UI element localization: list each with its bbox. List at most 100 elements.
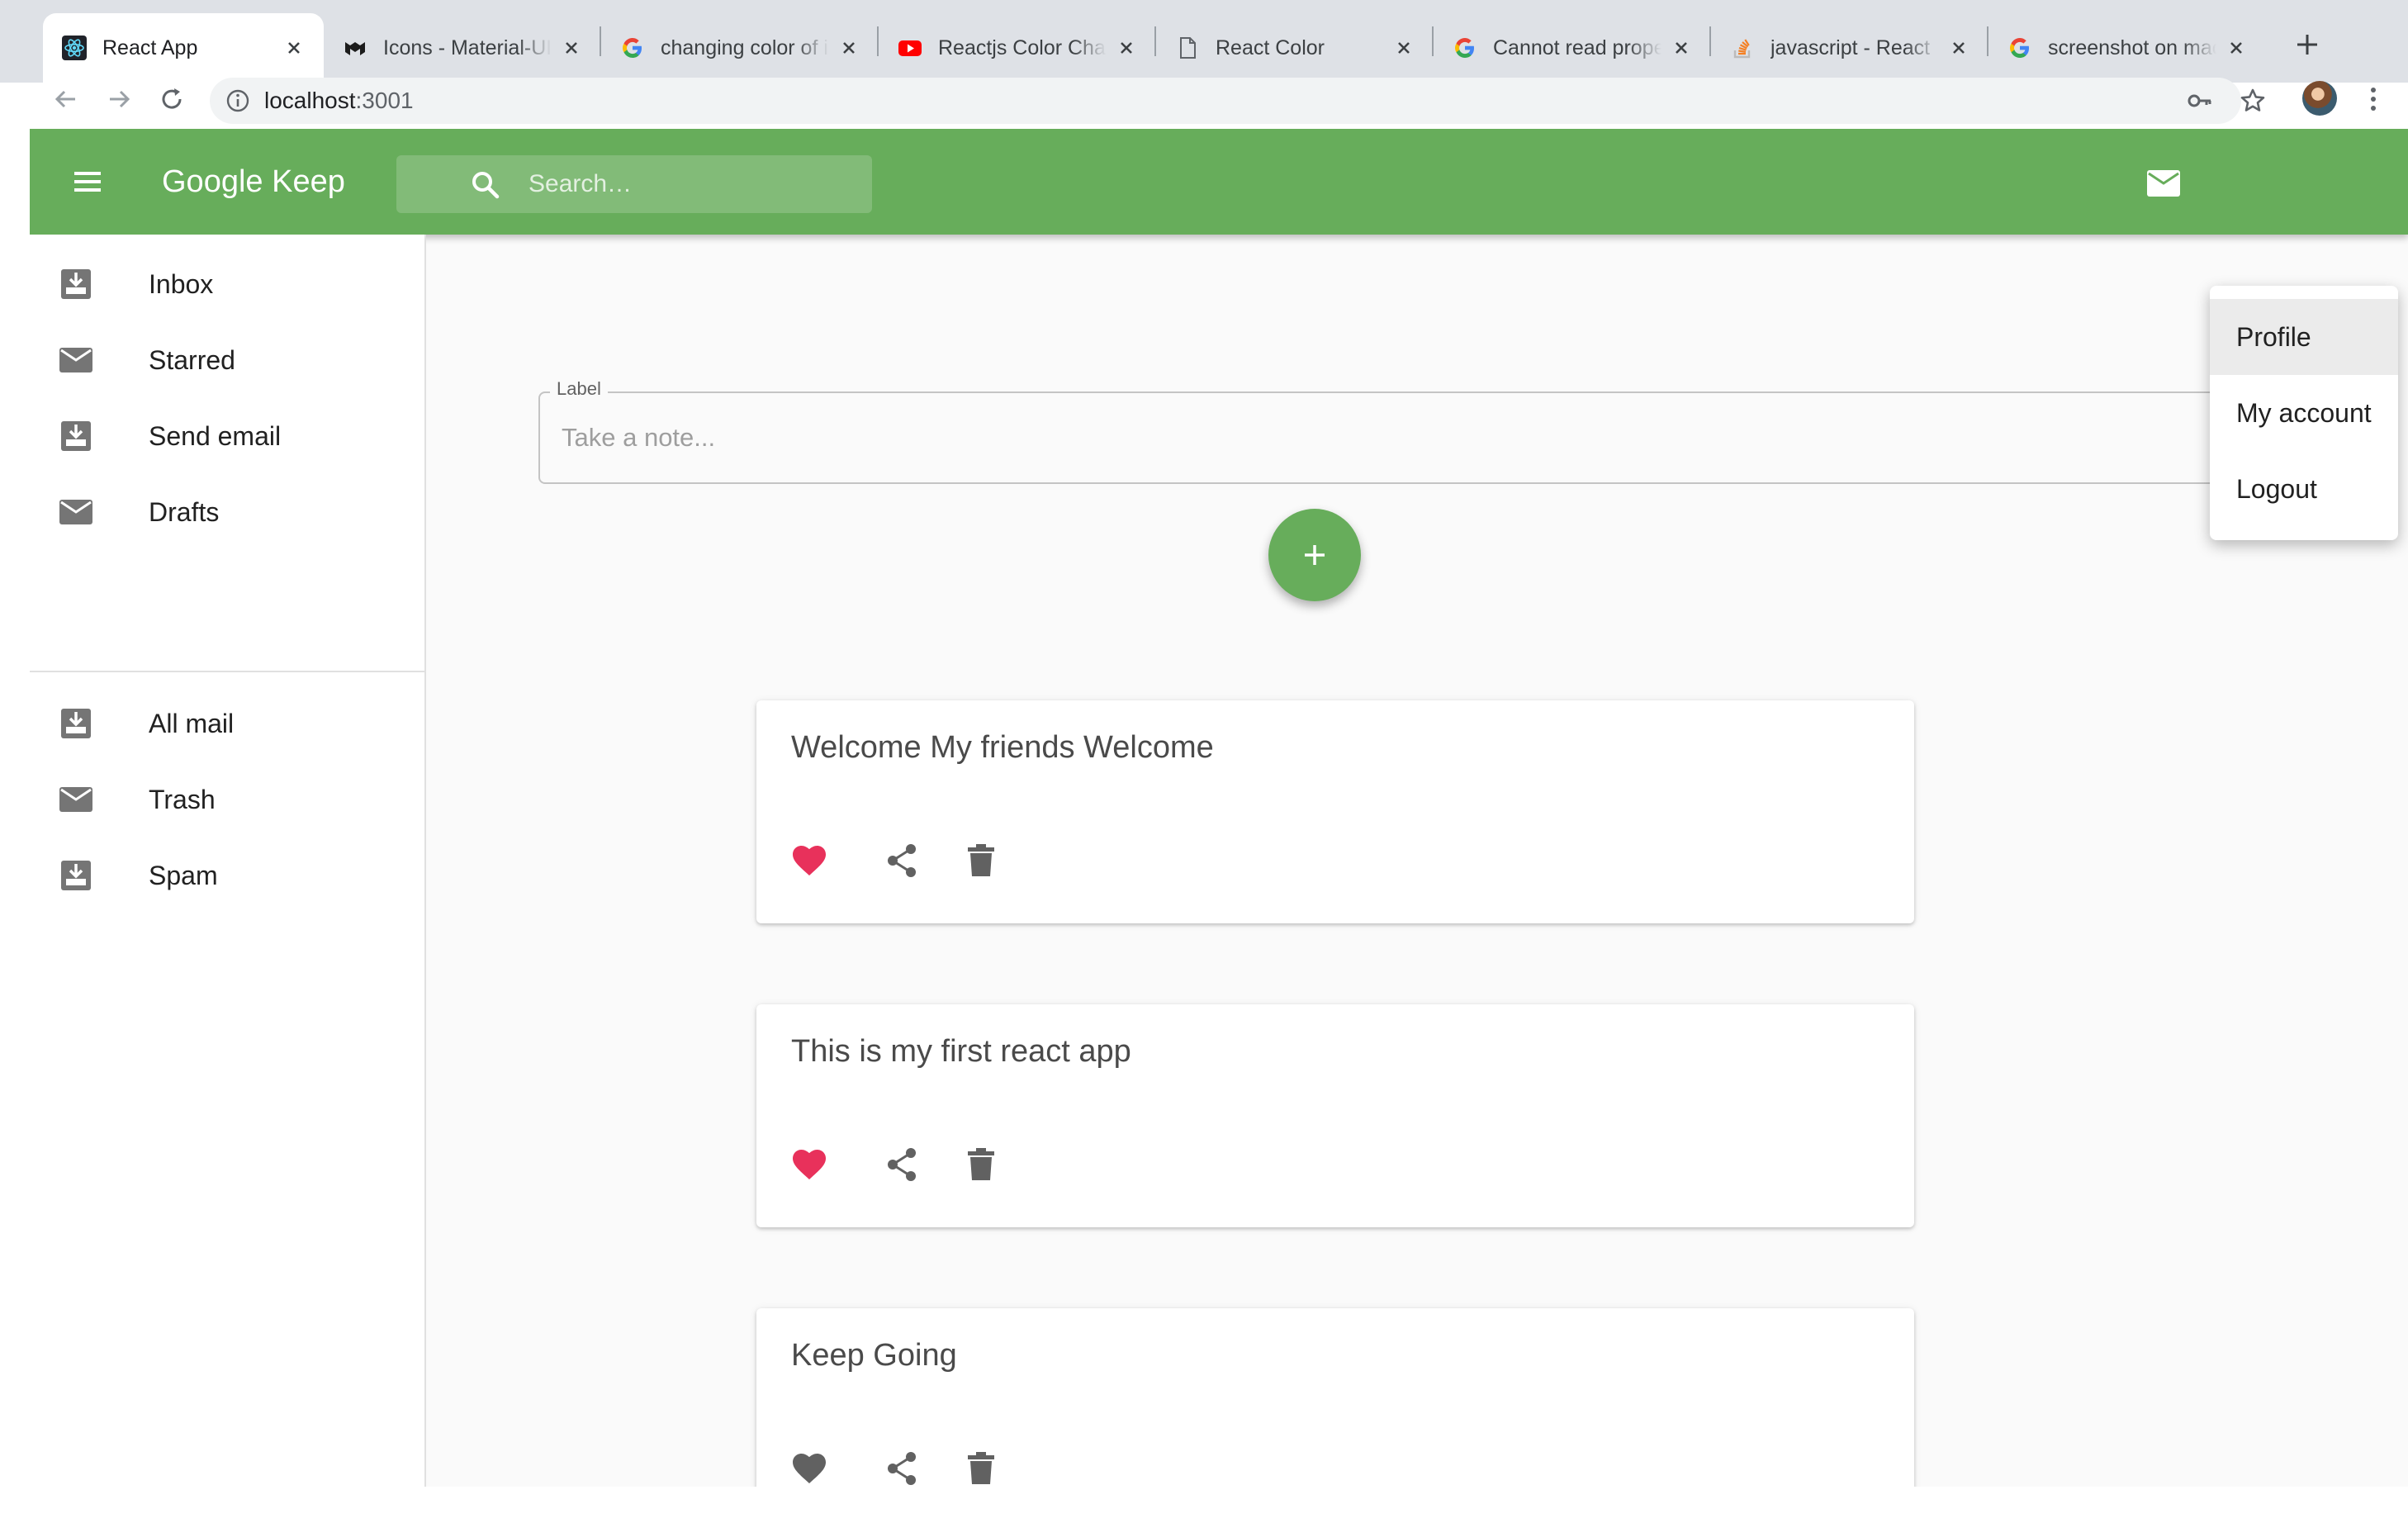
share-icon [888, 1452, 916, 1485]
close-tab-icon[interactable] [560, 36, 583, 59]
google-icon [2007, 35, 2033, 61]
sidebar-item-label: Send email [149, 420, 282, 451]
tab-icons-material-ui[interactable]: Icons - Material-UI [324, 13, 601, 83]
tab-title: changing color of i [661, 36, 828, 59]
sidebar-item-label: Inbox [149, 268, 214, 299]
delete-button[interactable] [961, 1145, 1001, 1184]
arrow-back-icon [55, 90, 75, 108]
tab-javascript-react[interactable]: javascript - React [1711, 13, 1988, 83]
arrow-forward-icon [110, 90, 130, 108]
share-button[interactable] [882, 1449, 922, 1487]
tab-react-app[interactable]: React App [43, 13, 324, 83]
delete-button[interactable] [961, 841, 1001, 880]
trash-icon [968, 1452, 994, 1484]
move-to-inbox-icon [61, 421, 91, 451]
back-button[interactable] [46, 79, 86, 119]
tab-title: Reactjs Color Change [938, 36, 1107, 59]
app-viewport: Google Keep Inbox Starred Send email Dr [30, 129, 2408, 1487]
mail-icon [59, 787, 92, 812]
note-title: This is my first react app [791, 1034, 1131, 1069]
close-tab-icon[interactable] [2225, 36, 2248, 59]
info-icon[interactable] [223, 86, 253, 116]
favorite-button[interactable] [789, 1145, 829, 1184]
tab-title: React App [102, 36, 198, 59]
google-icon [619, 35, 646, 61]
menu-item-my-account[interactable]: My account [2210, 375, 2398, 451]
sidebar-item-label: Trash [149, 784, 216, 814]
plus-icon [2297, 35, 2317, 55]
stackoverflow-icon [1729, 35, 1756, 61]
sidebar-item-starred[interactable]: Starred [30, 322, 424, 398]
address-bar[interactable] [210, 78, 2241, 124]
sidebar-item-drafts[interactable]: Drafts [30, 474, 424, 550]
note-card: Welcome My friends Welcome [756, 700, 1914, 923]
react-icon [61, 35, 88, 61]
browser-menu-button[interactable] [2357, 81, 2390, 117]
take-note-input[interactable] [562, 418, 2131, 458]
share-button[interactable] [882, 841, 922, 880]
password-key-button[interactable] [2182, 83, 2218, 119]
heart-icon [793, 1150, 826, 1179]
move-to-inbox-icon [61, 709, 91, 738]
close-tab-icon[interactable] [837, 36, 860, 59]
url-port: :3001 [355, 88, 414, 113]
url-text[interactable]: localhost:3001 [264, 86, 414, 116]
sidebar-item-send-email[interactable]: Send email [30, 398, 424, 474]
move-to-inbox-icon [61, 861, 91, 890]
search-icon [472, 172, 500, 199]
star-outline-icon [2240, 88, 2265, 111]
tab-reactjs-color-change[interactable]: Reactjs Color Change [879, 13, 1156, 83]
share-button[interactable] [882, 1145, 922, 1184]
tab-cannot-read-property[interactable]: Cannot read property [1434, 13, 1711, 83]
trash-icon [968, 1148, 994, 1180]
tab-title: Cannot read property [1493, 36, 1661, 59]
note-title: Keep Going [791, 1338, 957, 1373]
note-card: This is my first react app [756, 1004, 1914, 1227]
sidebar-item-inbox[interactable]: Inbox [30, 246, 424, 322]
tab-title: Icons - Material-UI [383, 36, 552, 59]
menu-item-logout[interactable]: Logout [2210, 451, 2398, 527]
mail-icon [59, 348, 92, 372]
profile-avatar[interactable] [2302, 81, 2337, 116]
reload-button[interactable] [152, 79, 192, 119]
note-card: Keep Going [756, 1308, 1914, 1487]
trash-icon [968, 844, 994, 876]
forward-button[interactable] [99, 79, 139, 119]
reload-icon [162, 88, 182, 109]
new-tab-button[interactable] [2284, 21, 2330, 68]
sidebar-item-label: All mail [149, 708, 235, 738]
browser-window: React App Icons - Material-UI changing c… [0, 0, 2408, 1523]
tab-react-color[interactable]: React Color [1156, 13, 1434, 83]
menu-item-profile[interactable]: Profile [2210, 299, 2398, 375]
tab-title: React Color [1216, 36, 1325, 59]
youtube-icon [897, 35, 923, 61]
sidebar-item-label: Starred [149, 344, 235, 375]
sidebar-item-trash[interactable]: Trash [30, 762, 424, 837]
favorite-button[interactable] [789, 841, 829, 880]
bookmark-button[interactable] [2235, 83, 2271, 119]
mail-icon[interactable] [2145, 167, 2182, 200]
tab-title: screenshot on mac [2048, 36, 2216, 59]
sidebar-item-all-mail[interactable]: All mail [30, 686, 424, 762]
google-icon [1452, 35, 1478, 61]
close-tab-icon[interactable] [1670, 36, 1693, 59]
close-tab-icon[interactable] [1392, 36, 1415, 59]
delete-button[interactable] [961, 1449, 1001, 1487]
close-tab-icon[interactable] [1947, 36, 1970, 59]
add-note-button[interactable] [1268, 509, 1361, 601]
mail-icon [59, 500, 92, 524]
search-input[interactable] [529, 165, 859, 203]
menu-icon[interactable] [68, 162, 107, 202]
note-title: Welcome My friends Welcome [791, 730, 1214, 765]
sidebar-item-label: Drafts [149, 496, 220, 527]
tab-changing-color[interactable]: changing color of i [601, 13, 879, 83]
account-menu: Profile My account Logout [2210, 286, 2398, 540]
favorite-button[interactable] [789, 1449, 829, 1487]
heart-icon [793, 846, 826, 875]
close-tab-icon[interactable] [1115, 36, 1138, 59]
key-icon [2188, 94, 2211, 107]
tab-title: javascript - React [1770, 36, 1931, 59]
close-tab-icon[interactable] [282, 36, 306, 59]
tab-screenshot-on-mac[interactable]: screenshot on mac [1988, 13, 2266, 83]
sidebar-item-spam[interactable]: Spam [30, 837, 424, 913]
